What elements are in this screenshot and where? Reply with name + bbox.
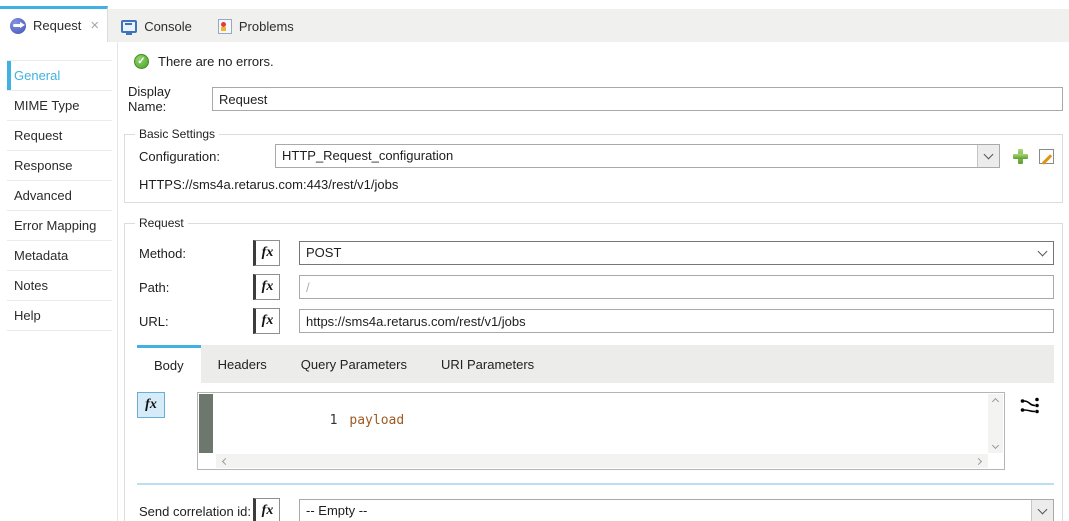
scroll-down-icon[interactable]: [992, 442, 999, 449]
fx-expression-toggle-url[interactable]: fx: [253, 308, 280, 334]
method-label: Method:: [139, 246, 253, 261]
console-icon: [121, 20, 137, 33]
validation-status: ✓ There are no errors.: [134, 54, 1063, 69]
editor-code-text: payload: [349, 413, 404, 428]
close-icon[interactable]: ×: [90, 18, 99, 33]
method-select[interactable]: POST: [299, 241, 1054, 265]
sidebar-item-metadata[interactable]: Metadata: [7, 241, 112, 271]
url-label: URL:: [139, 314, 253, 329]
body-code-editor[interactable]: 1 payload: [197, 392, 1005, 470]
send-correlation-id-select[interactable]: -- Empty --: [299, 499, 1054, 521]
chevron-down-icon[interactable]: [977, 145, 999, 167]
configuration-value: HTTP_Request_configuration: [276, 145, 977, 167]
display-name-input[interactable]: [212, 87, 1063, 111]
request-group: Request Method: fx POST Path: fx URL: fx: [124, 216, 1063, 521]
send-correlation-id-label: Send correlation id:: [139, 504, 253, 519]
tab-headers[interactable]: Headers: [201, 345, 284, 383]
mapping-icon[interactable]: [1020, 397, 1040, 417]
path-label: Path:: [139, 280, 253, 295]
edit-configuration-icon[interactable]: [1039, 149, 1054, 164]
fx-expression-toggle-body[interactable]: fx: [137, 392, 165, 418]
sidebar-item-mime-type[interactable]: MIME Type: [7, 91, 112, 121]
sidebar-item-response[interactable]: Response: [7, 151, 112, 181]
sidebar-item-request[interactable]: Request: [7, 121, 112, 151]
request-detail-tabs: Body Headers Query Parameters URI Parame…: [137, 345, 1054, 485]
tab-request-label: Request: [33, 18, 81, 33]
method-value: POST: [300, 242, 1031, 264]
scroll-right-icon[interactable]: [975, 457, 982, 464]
editor-line-number: 1: [330, 413, 338, 428]
configuration-select[interactable]: HTTP_Request_configuration: [275, 144, 1000, 168]
editor-horizontal-scrollbar[interactable]: [216, 454, 988, 468]
tab-query-parameters[interactable]: Query Parameters: [284, 345, 424, 383]
body-tab-content: fx 1 payload: [137, 383, 1054, 485]
configuration-label: Configuration:: [133, 149, 275, 164]
settings-nav: General MIME Type Request Response Advan…: [0, 42, 118, 521]
fx-expression-toggle-method[interactable]: fx: [253, 240, 280, 266]
tab-console[interactable]: Console: [108, 10, 205, 42]
editor-vertical-scrollbar[interactable]: [988, 394, 1003, 453]
send-correlation-id-value: -- Empty --: [300, 500, 1031, 521]
tab-body[interactable]: Body: [137, 345, 201, 383]
tab-uri-parameters[interactable]: URI Parameters: [424, 345, 551, 383]
scroll-left-icon[interactable]: [222, 457, 229, 464]
http-request-icon: [10, 18, 26, 34]
fx-expression-toggle-send-correlation[interactable]: fx: [253, 498, 280, 521]
basic-settings-legend: Basic Settings: [135, 127, 219, 141]
chevron-down-icon[interactable]: [1031, 242, 1053, 264]
display-name-label: Display Name:: [128, 84, 212, 114]
resolved-endpoint-url: HTTPS://sms4a.retarus.com:443/rest/v1/jo…: [139, 177, 1054, 192]
editor-tab-bar: Request × Console Problems: [0, 0, 1069, 42]
tab-problems[interactable]: Problems: [205, 10, 307, 42]
tab-console-label: Console: [144, 19, 192, 34]
basic-settings-group: Basic Settings Configuration: HTTP_Reque…: [124, 127, 1063, 203]
chevron-down-icon[interactable]: [1031, 500, 1053, 521]
success-check-icon: ✓: [134, 54, 149, 69]
tab-problems-label: Problems: [239, 19, 294, 34]
sidebar-item-error-mapping[interactable]: Error Mapping: [7, 211, 112, 241]
problems-icon: [218, 19, 232, 34]
request-legend: Request: [135, 216, 188, 230]
tab-request[interactable]: Request ×: [0, 6, 108, 42]
sidebar-item-advanced[interactable]: Advanced: [7, 181, 112, 211]
path-input[interactable]: [299, 275, 1054, 299]
status-message: There are no errors.: [158, 54, 274, 69]
general-settings-panel: ✓ There are no errors. Display Name: Bas…: [118, 42, 1069, 521]
scroll-up-icon[interactable]: [992, 398, 999, 405]
fx-expression-toggle-path[interactable]: fx: [253, 274, 280, 300]
add-configuration-icon[interactable]: [1013, 149, 1028, 164]
sidebar-item-help[interactable]: Help: [7, 301, 112, 331]
sidebar-item-notes[interactable]: Notes: [7, 271, 112, 301]
url-input[interactable]: [299, 309, 1054, 333]
sidebar-item-general[interactable]: General: [7, 60, 112, 91]
editor-gutter: [199, 394, 213, 453]
